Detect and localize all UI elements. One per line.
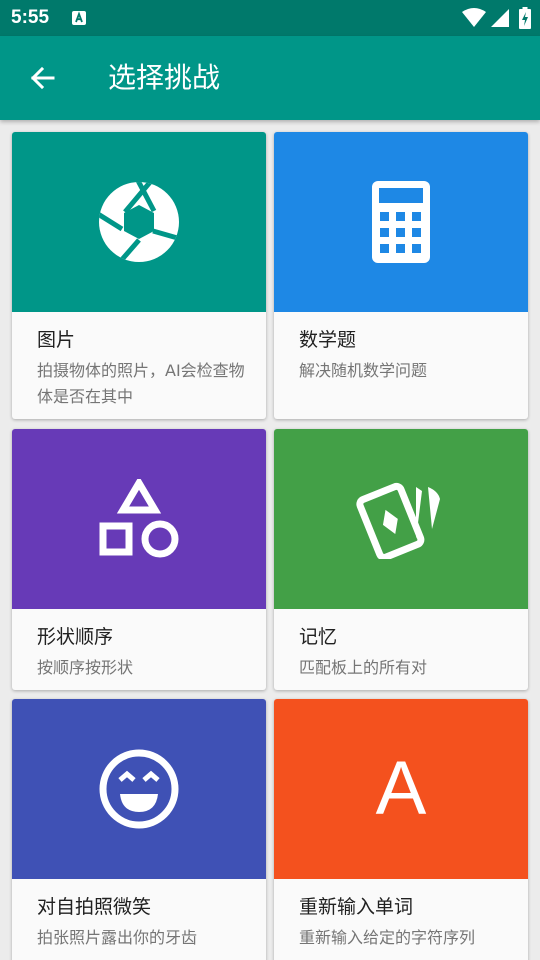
card-media <box>274 132 528 312</box>
card-description: 解决随机数学问题 <box>299 361 428 380</box>
card-title: 形状顺序 <box>37 626 114 648</box>
challenge-card-retype[interactable]: A 重新输入单词 重新输入给定的字符序列 <box>274 699 528 960</box>
card-title: 记忆 <box>299 626 338 648</box>
letter-a-icon: A <box>375 746 427 831</box>
card-title: 对自拍照微笑 <box>37 896 152 918</box>
card-description: 拍摄物体的照片，AI会检查物体是否在其中 <box>37 361 245 406</box>
signal-icon <box>491 9 509 27</box>
challenge-card-smile[interactable]: 对自拍照微笑 拍张照片露出你的牙齿 <box>12 699 266 960</box>
challenge-card-memory[interactable]: 记忆 匹配板上的所有对 <box>274 429 528 690</box>
card-title: 数学题 <box>299 329 357 351</box>
app-bar: 选择挑战 <box>0 36 540 120</box>
wifi-icon <box>462 8 486 27</box>
camera-shutter-icon <box>99 182 179 262</box>
card-media <box>12 699 266 879</box>
card-title: 重新输入单词 <box>299 896 414 918</box>
challenge-card-picture[interactable]: 图片 拍摄物体的照片，AI会检查物体是否在其中 <box>12 132 266 419</box>
card-description: 拍张照片露出你的牙齿 <box>37 928 198 947</box>
card-title: 图片 <box>37 329 76 351</box>
card-media <box>274 429 528 609</box>
calculator-icon <box>372 181 430 263</box>
card-media <box>12 132 266 312</box>
back-button[interactable] <box>20 58 64 98</box>
status-bar: 5:55 <box>0 0 540 36</box>
card-media <box>12 429 266 609</box>
card-description: 匹配板上的所有对 <box>299 658 428 677</box>
challenge-card-shapes[interactable]: 形状顺序 按顺序按形状 <box>12 429 266 690</box>
battery-charging-icon <box>519 7 531 29</box>
challenge-card-math[interactable]: 数学题 解决随机数学问题 <box>274 132 528 419</box>
smile-face-icon <box>99 749 179 829</box>
card-description: 按顺序按形状 <box>37 658 134 677</box>
shapes-icon <box>99 479 179 558</box>
status-time: 5:55 <box>11 7 50 28</box>
app-notification-icon <box>72 11 86 25</box>
card-media: A <box>274 699 528 879</box>
card-description: 重新输入给定的字符序列 <box>299 928 476 947</box>
page-title: 选择挑战 <box>108 61 221 94</box>
arrow-back-icon <box>30 66 55 90</box>
cards-icon <box>356 482 440 559</box>
